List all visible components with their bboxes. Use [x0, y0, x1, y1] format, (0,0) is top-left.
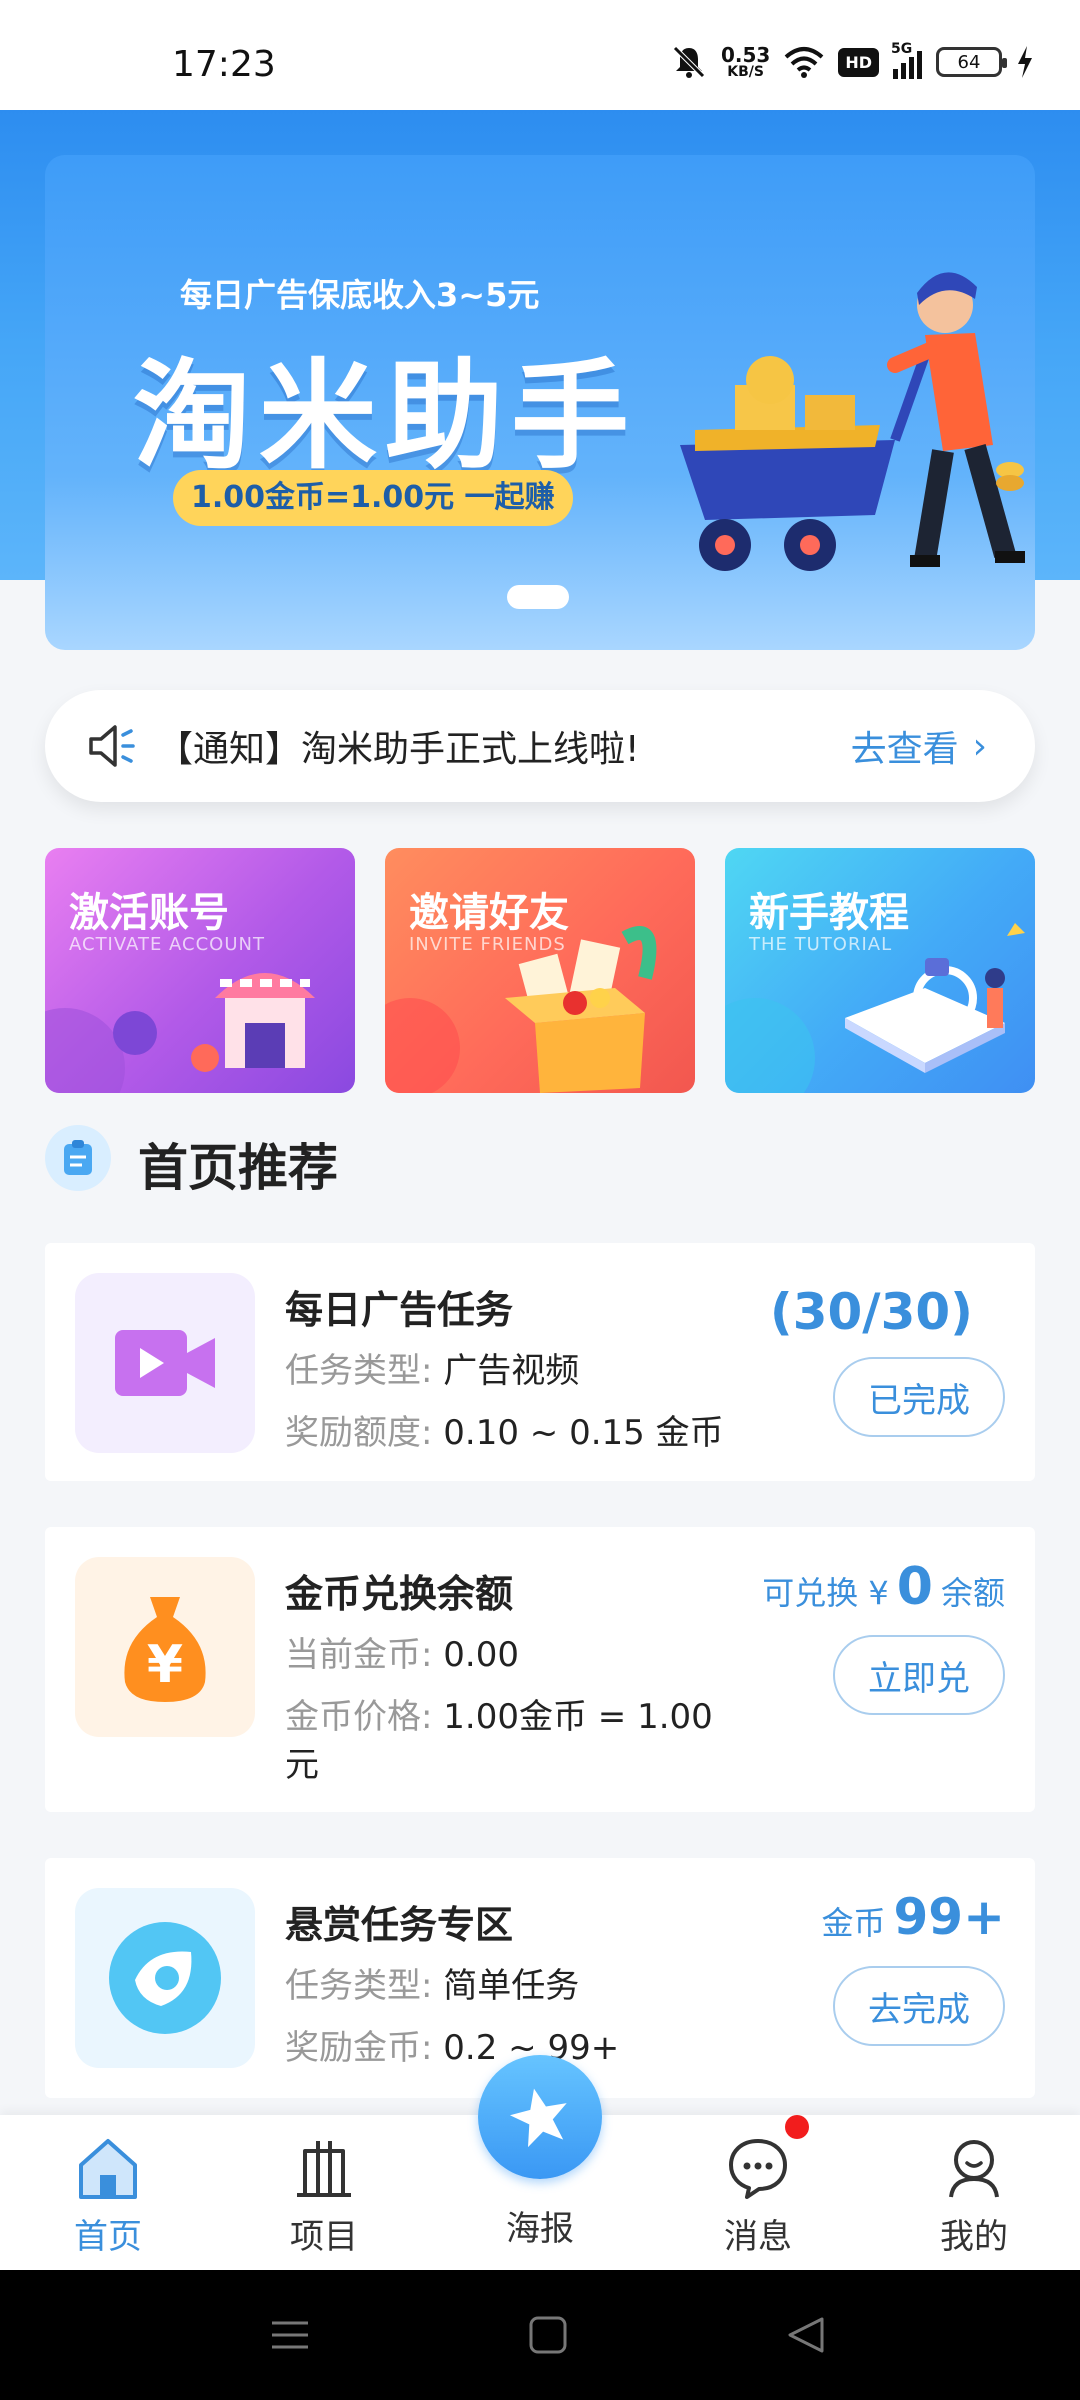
user-icon	[949, 2140, 999, 2198]
home-square-icon[interactable]	[528, 2315, 568, 2355]
star-icon	[509, 2088, 567, 2148]
exchangeable-balance: 可兑换 ¥ 0 余额	[762, 1557, 1005, 1617]
back-triangle-icon[interactable]	[786, 2315, 826, 2355]
tab-poster[interactable]	[478, 2055, 602, 2179]
charging-icon	[1018, 46, 1032, 78]
status-bar: 17:23 0.53 KB/S HD 5G 64	[0, 0, 1080, 110]
net-speed: 0.53 KB/S	[720, 43, 771, 80]
tab-home[interactable]: 首页	[38, 2135, 178, 2258]
eye-icon	[75, 1888, 255, 2068]
banner-subtitle: 每日广告保底收入3~5元	[180, 276, 540, 314]
wifi-icon	[785, 47, 824, 78]
promo-banner[interactable]: 每日广告保底收入3~5元 淘米助手 1.00金币=1.00元 一起赚	[45, 155, 1035, 650]
feature-title: 邀请好友	[409, 890, 569, 936]
card-row-coin-price: 金币价格: 1.00金币 = 1.00	[285, 1697, 713, 1737]
feature-subtitle: INVITE FRIENDS	[409, 934, 566, 955]
card-row-reward: 奖励额度: 0.10 ~ 0.15 金币	[285, 1413, 724, 1453]
chat-icon	[729, 2139, 787, 2199]
speaker-icon	[89, 725, 135, 767]
hd-badge: HD	[838, 47, 879, 77]
card-title: 悬赏任务专区	[285, 1903, 514, 1947]
status-time: 17:23	[172, 44, 276, 85]
banner-pill: 1.00金币=1.00元 一起赚	[173, 470, 573, 526]
card-row-type: 任务类型: 简单任务	[285, 1966, 580, 2006]
completed-button[interactable]: 已完成	[833, 1357, 1005, 1437]
svg-text:¥: ¥	[147, 1635, 183, 1695]
card-row-current-coins: 当前金币: 0.00	[285, 1635, 519, 1675]
tab-messages[interactable]: 消息	[688, 2135, 828, 2258]
card-row-coin-price-wrap: 元	[285, 1745, 319, 1785]
task-card-coin-exchange[interactable]: ¥ 金币兑换余额 当前金币: 0.00 金币价格: 1.00金币 = 1.00 …	[45, 1527, 1035, 1812]
feature-title: 新手教程	[749, 890, 909, 936]
feature-tutorial[interactable]: 新手教程 THE TUTORIAL	[725, 848, 1035, 1093]
bottom-tab-bar: 首页 项目 海报 消息 我的	[0, 2055, 1080, 2270]
bounty-coins: 金币 99+	[821, 1888, 1006, 1946]
video-camera-icon	[75, 1273, 255, 1453]
building-icon	[297, 2141, 351, 2197]
tab-profile[interactable]: 我的	[904, 2135, 1044, 2258]
feature-title: 激活账号	[69, 890, 229, 936]
feature-subtitle: THE TUTORIAL	[749, 934, 893, 955]
status-icons: 0.53 KB/S HD 5G 64	[671, 40, 1034, 84]
banner-title: 淘米助手	[133, 347, 638, 485]
menu-icon[interactable]	[270, 2315, 310, 2355]
feature-activate-account[interactable]: 激活账号 ACTIVATE ACCOUNT	[45, 848, 355, 1093]
shopping-cart-man-illustration	[680, 272, 1025, 571]
clipboard-icon	[45, 1125, 111, 1191]
banner-pagination-dot[interactable]	[507, 585, 569, 609]
card-title: 金币兑换余额	[285, 1572, 514, 1616]
tab-poster-label: 海报	[506, 2209, 574, 2249]
exchange-now-button[interactable]: 立即兑	[833, 1635, 1005, 1715]
feature-invite-friends[interactable]: 邀请好友 INVITE FRIENDS	[385, 848, 695, 1093]
card-title: 每日广告任务	[285, 1288, 514, 1332]
notice-text: 【通知】淘米助手正式上线啦!	[157, 729, 640, 770]
notice-bar[interactable]: 【通知】淘米助手正式上线啦! 去查看 ›	[45, 690, 1035, 802]
go-complete-button[interactable]: 去完成	[833, 1966, 1005, 2046]
mute-bell-icon	[673, 46, 705, 78]
card-row-type: 任务类型: 广告视频	[285, 1351, 580, 1391]
section-title: 首页推荐	[138, 1139, 338, 1197]
battery-icon: 64	[936, 47, 1007, 77]
system-nav-bar	[0, 2270, 1080, 2400]
home-icon	[79, 2139, 137, 2199]
tab-projects[interactable]: 项目	[254, 2135, 394, 2258]
task-card-daily-ads[interactable]: 每日广告任务 任务类型: 广告视频 奖励额度: 0.10 ~ 0.15 金币 (…	[45, 1243, 1035, 1481]
money-bag-icon: ¥	[75, 1557, 255, 1737]
feature-subtitle: ACTIVATE ACCOUNT	[69, 934, 265, 955]
message-badge	[785, 2115, 809, 2139]
signal-icon: 5G	[891, 41, 922, 79]
chevron-right-icon[interactable]: ›	[973, 726, 987, 767]
notice-view-link[interactable]: 去查看	[851, 720, 959, 772]
task-progress: (30/30)	[769, 1283, 973, 1341]
